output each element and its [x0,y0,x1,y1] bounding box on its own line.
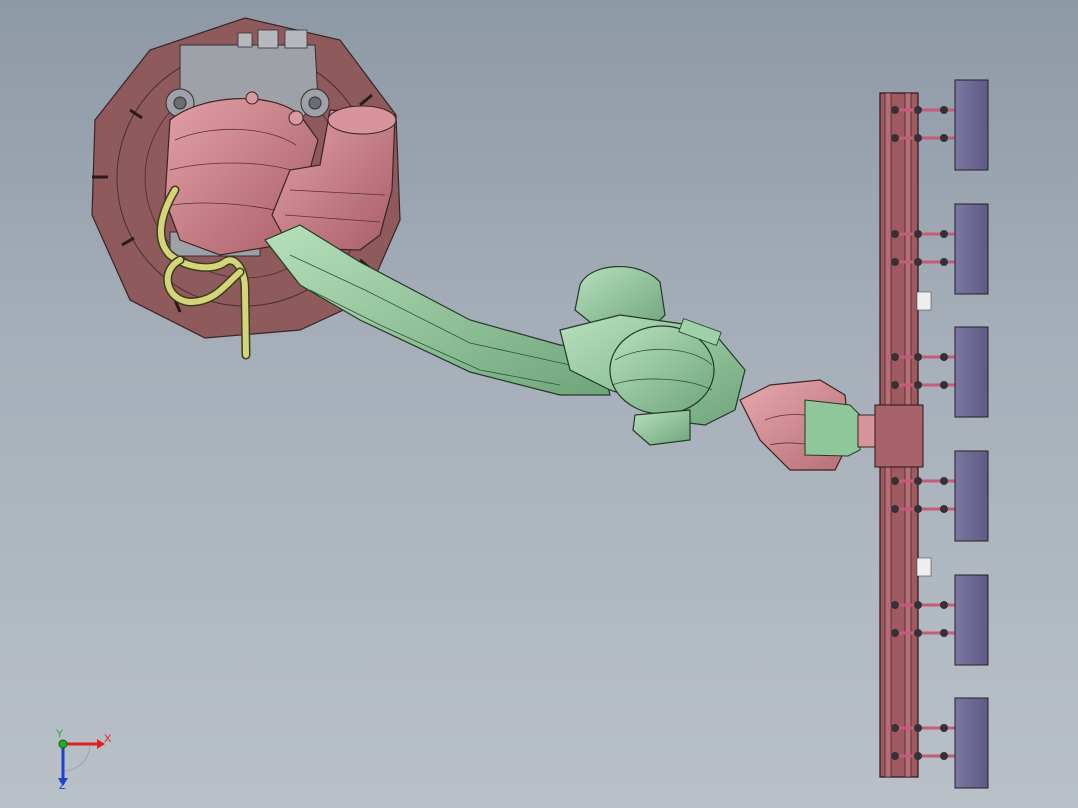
reference-triad: X Y Z [56,728,112,792]
suction-pad-1 [954,79,989,171]
y-axis-label: Y [56,728,64,740]
wrist-assembly [739,379,879,471]
x-axis-label: X [104,733,112,745]
suction-pad-6 [954,697,989,789]
robot-assembly-model[interactable]: X Y Z [0,0,1078,808]
z-axis-label: Z [59,780,66,792]
elbow-joint [559,265,746,446]
graphics-viewport[interactable]: X Y Z [0,0,1078,808]
suction-pad-4 [954,450,989,542]
suction-pad-3 [954,326,989,418]
suction-pad-2 [954,203,989,295]
y-axis-marker [58,739,68,749]
gripper-rail [874,92,932,778]
suction-pad-5 [954,574,989,666]
